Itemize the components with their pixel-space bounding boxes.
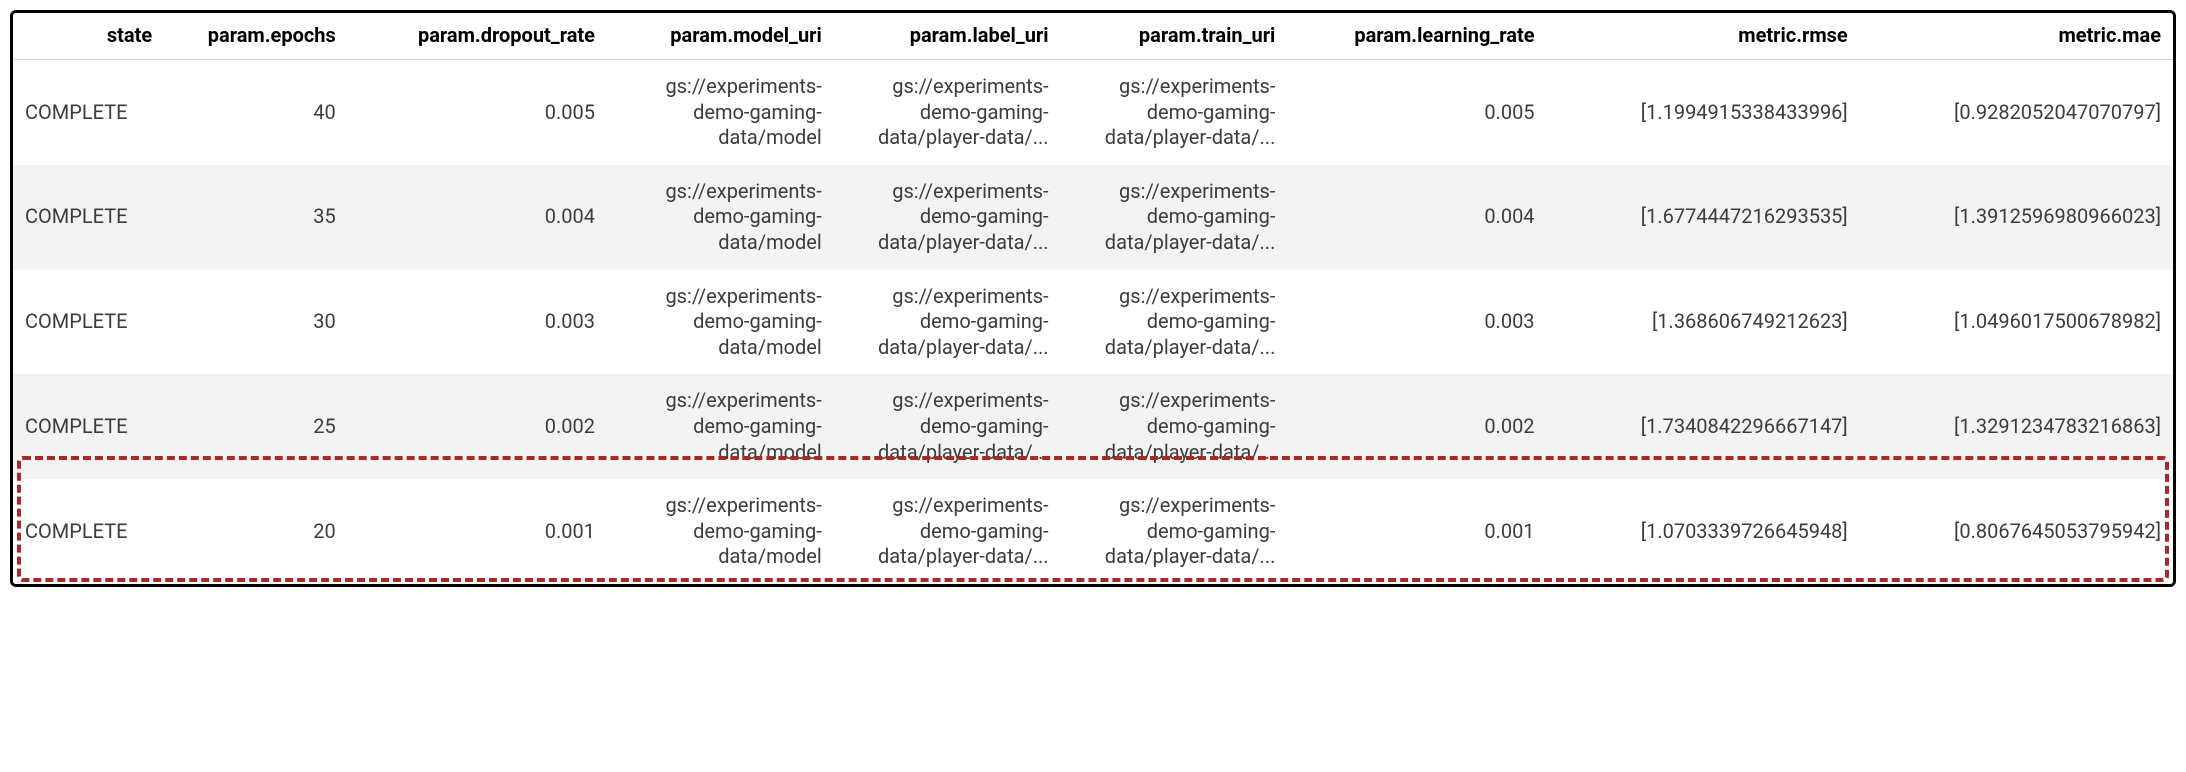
cell-label: gs://experiments-demo-gaming-data/player… [834, 165, 1061, 270]
cell-label: gs://experiments-demo-gaming-data/player… [834, 60, 1061, 165]
experiments-table-container: state param.epochs param.dropout_rate pa… [10, 10, 2176, 587]
cell-state: COMPLETE [13, 479, 164, 584]
cell-mae: [1.3291234783216863] [1860, 374, 2173, 479]
col-learning-rate[interactable]: param.learning_rate [1287, 13, 1546, 60]
cell-label: gs://experiments-demo-gaming-data/player… [834, 374, 1061, 479]
experiments-table: state param.epochs param.dropout_rate pa… [13, 13, 2173, 584]
col-label-uri[interactable]: param.label_uri [834, 13, 1061, 60]
cell-rmse: [1.7340842296667147] [1547, 374, 1860, 479]
col-state[interactable]: state [13, 13, 164, 60]
cell-train: gs://experiments-demo-gaming-data/player… [1061, 270, 1288, 375]
cell-model: gs://experiments-demo-gaming-data/model [607, 60, 834, 165]
cell-model: gs://experiments-demo-gaming-data/model [607, 479, 834, 584]
cell-train: gs://experiments-demo-gaming-data/player… [1061, 479, 1288, 584]
cell-state: COMPLETE [13, 165, 164, 270]
cell-state: COMPLETE [13, 270, 164, 375]
cell-lr: 0.001 [1287, 479, 1546, 584]
cell-state: COMPLETE [13, 60, 164, 165]
cell-state: COMPLETE [13, 374, 164, 479]
table-row[interactable]: COMPLETE 40 0.005 gs://experiments-demo-… [13, 60, 2173, 165]
cell-train: gs://experiments-demo-gaming-data/player… [1061, 374, 1288, 479]
cell-label: gs://experiments-demo-gaming-data/player… [834, 270, 1061, 375]
cell-epochs: 40 [164, 60, 348, 165]
cell-epochs: 20 [164, 479, 348, 584]
cell-rmse: [1.1994915338433996] [1547, 60, 1860, 165]
cell-train: gs://experiments-demo-gaming-data/player… [1061, 60, 1288, 165]
cell-mae: [1.0496017500678982] [1860, 270, 2173, 375]
cell-dropout: 0.004 [348, 165, 607, 270]
cell-model: gs://experiments-demo-gaming-data/model [607, 165, 834, 270]
col-model-uri[interactable]: param.model_uri [607, 13, 834, 60]
table-row[interactable]: COMPLETE 30 0.003 gs://experiments-demo-… [13, 270, 2173, 375]
cell-label: gs://experiments-demo-gaming-data/player… [834, 479, 1061, 584]
col-rmse[interactable]: metric.rmse [1547, 13, 1860, 60]
cell-model: gs://experiments-demo-gaming-data/model [607, 374, 834, 479]
cell-lr: 0.005 [1287, 60, 1546, 165]
table-row[interactable]: COMPLETE 20 0.001 gs://experiments-demo-… [13, 479, 2173, 584]
cell-epochs: 30 [164, 270, 348, 375]
cell-dropout: 0.002 [348, 374, 607, 479]
cell-epochs: 25 [164, 374, 348, 479]
col-dropout[interactable]: param.dropout_rate [348, 13, 607, 60]
table-row[interactable]: COMPLETE 35 0.004 gs://experiments-demo-… [13, 165, 2173, 270]
col-epochs[interactable]: param.epochs [164, 13, 348, 60]
cell-mae: [0.9282052047070797] [1860, 60, 2173, 165]
cell-dropout: 0.003 [348, 270, 607, 375]
cell-dropout: 0.001 [348, 479, 607, 584]
cell-mae: [0.8067645053795942] [1860, 479, 2173, 584]
cell-rmse: [1.368606749212623] [1547, 270, 1860, 375]
col-train-uri[interactable]: param.train_uri [1061, 13, 1288, 60]
cell-dropout: 0.005 [348, 60, 607, 165]
cell-rmse: [1.0703339726645948] [1547, 479, 1860, 584]
table-body: COMPLETE 40 0.005 gs://experiments-demo-… [13, 60, 2173, 584]
cell-train: gs://experiments-demo-gaming-data/player… [1061, 165, 1288, 270]
cell-rmse: [1.6774447216293535] [1547, 165, 1860, 270]
cell-mae: [1.3912596980966023] [1860, 165, 2173, 270]
cell-epochs: 35 [164, 165, 348, 270]
table-header-row: state param.epochs param.dropout_rate pa… [13, 13, 2173, 60]
cell-model: gs://experiments-demo-gaming-data/model [607, 270, 834, 375]
cell-lr: 0.002 [1287, 374, 1546, 479]
table-row[interactable]: COMPLETE 25 0.002 gs://experiments-demo-… [13, 374, 2173, 479]
cell-lr: 0.003 [1287, 270, 1546, 375]
cell-lr: 0.004 [1287, 165, 1546, 270]
col-mae[interactable]: metric.mae [1860, 13, 2173, 60]
